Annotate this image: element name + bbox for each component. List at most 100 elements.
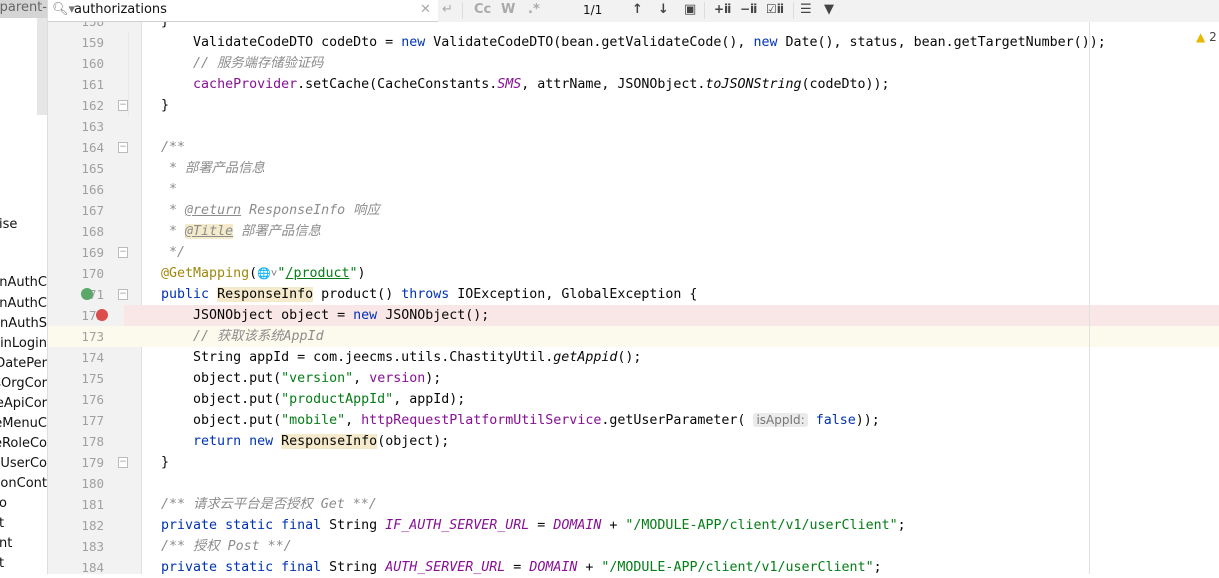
project-tree-item[interactable]: eRoleCo: [0, 435, 47, 453]
line-number[interactable]: 177: [48, 410, 104, 431]
code-line[interactable]: 161 cacheProvider.setCache(CacheConstant…: [0, 74, 1219, 95]
line-number[interactable]: 181: [48, 494, 104, 515]
fold-marker-icon[interactable]: −: [118, 289, 128, 300]
select-all-occurrences-icon[interactable]: ▣: [684, 2, 696, 17]
line-number[interactable]: 178: [48, 431, 104, 452]
code-line[interactable]: 179 − }: [0, 452, 1219, 473]
code-token: toJSONString: [705, 77, 802, 92]
line-number[interactable]: 179: [48, 452, 104, 473]
project-tree-item[interactable]: sonCont: [0, 475, 47, 493]
code-line[interactable]: 165 * 部署产品信息: [0, 158, 1219, 179]
search-icon[interactable]: 🔍︎▾: [52, 2, 75, 17]
filter-icon[interactable]: ▼: [824, 2, 834, 17]
project-tree-item[interactable]: minLogin: [0, 335, 47, 353]
line-number[interactable]: 166: [48, 179, 104, 200]
code-line[interactable]: 181 /** 请求云平台是否授权 Get **/: [0, 494, 1219, 515]
endpoint-run-icon[interactable]: [81, 288, 93, 300]
project-tree-item[interactable]: o: [0, 495, 47, 513]
remove-occurrence-icon[interactable]: −ⅱ: [740, 2, 757, 16]
code-line[interactable]: 174 String appId = com.jeecms.utils.Chas…: [0, 347, 1219, 368]
line-number[interactable]: 163: [48, 116, 104, 137]
line-number[interactable]: 165: [48, 158, 104, 179]
line-number[interactable]: 182: [48, 515, 104, 536]
code-line[interactable]: 159 ValidateCodeDTO codeDto = new Valida…: [0, 32, 1219, 53]
line-number[interactable]: 168: [48, 221, 104, 242]
project-tree-item[interactable]: eApiCor: [0, 395, 47, 413]
line-number[interactable]: 171: [48, 284, 104, 305]
project-tree-item[interactable]: sDatePer: [0, 355, 47, 373]
code-line[interactable]: 176 object.put("productAppId", appId);: [0, 389, 1219, 410]
fold-marker-icon[interactable]: −: [118, 457, 128, 468]
project-tree-item[interactable]: minAuthC: [0, 295, 47, 313]
line-number[interactable]: 169: [48, 242, 104, 263]
code-line[interactable]: 164 − /**: [0, 137, 1219, 158]
warnings-indicator[interactable]: ▲ 2: [1196, 30, 1217, 44]
filter-options-icon[interactable]: ☰: [800, 2, 812, 17]
words-toggle[interactable]: W: [501, 2, 515, 17]
fold-marker-icon[interactable]: −: [118, 100, 128, 111]
code-line[interactable]: 166 *: [0, 179, 1219, 200]
search-input[interactable]: authorizations: [74, 2, 167, 17]
code-line[interactable]: 167 * @return ResponseInfo 响应: [0, 200, 1219, 221]
project-scrollbar[interactable]: [37, 18, 47, 115]
project-tree-item[interactable]: t: [0, 515, 47, 533]
regex-toggle[interactable]: .*: [528, 2, 540, 17]
line-number[interactable]: 176: [48, 389, 104, 410]
code-line[interactable]: 168 * @Title 部署产品信息: [0, 221, 1219, 242]
line-number[interactable]: 160: [48, 53, 104, 74]
newline-icon[interactable]: ↵: [442, 2, 453, 17]
code-line[interactable]: 169 − */: [0, 242, 1219, 263]
select-all-checkbox-icon[interactable]: ☑ⅱ: [766, 2, 784, 16]
line-number[interactable]: 161: [48, 74, 104, 95]
add-occurrence-icon[interactable]: +ⅱ: [714, 2, 731, 16]
code-line[interactable]: 180: [0, 473, 1219, 494]
clear-icon[interactable]: ✕: [420, 2, 431, 17]
code-line[interactable]: 175 object.put("version", version);: [0, 368, 1219, 389]
line-number[interactable]: 170: [48, 263, 104, 284]
project-tree-item[interactable]: minAuthS: [0, 315, 47, 333]
code-line[interactable]: 184 private static final String AUTH_SER…: [0, 557, 1219, 578]
line-number[interactable]: 159: [48, 32, 104, 53]
line-number[interactable]: 167: [48, 200, 104, 221]
previous-occurrence-icon[interactable]: ↑: [632, 2, 643, 17]
project-tree-item[interactable]: eUserCo: [0, 455, 47, 473]
fold-marker-icon[interactable]: −: [118, 247, 128, 258]
line-number[interactable]: 180: [48, 473, 104, 494]
code-line[interactable]: 163: [0, 116, 1219, 137]
code-token: public: [129, 287, 218, 302]
project-tree-item[interactable]: sOrgCor: [0, 375, 47, 393]
code-line[interactable]: 177 object.put("mobile", httpRequestPlat…: [0, 410, 1219, 431]
code-line[interactable]: 160 // 服务端存储验证码: [0, 53, 1219, 74]
project-item-selected[interactable]: -parent: [0, 0, 47, 18]
fold-marker-icon[interactable]: −: [118, 142, 128, 153]
line-number[interactable]: 164: [48, 137, 104, 158]
line-number[interactable]: 183: [48, 536, 104, 557]
code-line[interactable]: 173 // 获取该系统AppId: [0, 326, 1219, 347]
breakpoint-icon[interactable]: [96, 309, 108, 321]
code-line[interactable]: 170 @GetMapping(🌐˅"/product"): [0, 263, 1219, 284]
code-token: ResponseInfo 响应: [241, 203, 380, 218]
code-text: * @return ResponseInfo 响应: [129, 200, 380, 221]
code-line[interactable]: 183 /** 授权 Post **/: [0, 536, 1219, 557]
code-line[interactable]: 171 − public ResponseInfo product() throw…: [0, 284, 1219, 305]
project-tree-item[interactable]: t: [0, 555, 47, 573]
code-line[interactable]: 182 private static final String IF_AUTH_…: [0, 515, 1219, 536]
code-editor[interactable]: 158 }159 ValidateCodeDTO codeDto = new V…: [0, 11, 1219, 578]
next-occurrence-icon[interactable]: ↓: [658, 2, 669, 17]
code-text: cacheProvider.setCache(CacheConstants.SM…: [129, 74, 890, 95]
code-text: object.put("version", version);: [129, 368, 441, 389]
line-number[interactable]: 174: [48, 347, 104, 368]
code-token: private static final: [129, 518, 330, 533]
project-tree-item[interactable]: minAuthC: [0, 274, 47, 292]
code-line[interactable]: 178 return new ResponseInfo(object);: [0, 431, 1219, 452]
project-tree-item[interactable]: eMenuC: [0, 415, 47, 433]
line-number[interactable]: 162: [48, 95, 104, 116]
match-case-toggle[interactable]: Cc: [474, 2, 491, 17]
code-line[interactable]: 162 − }: [0, 95, 1219, 116]
line-number[interactable]: 173: [48, 326, 104, 347]
project-tree-item[interactable]: nt: [0, 535, 47, 553]
code-line[interactable]: 172 JSONObject object = new JSONObject()…: [0, 305, 1219, 326]
line-number[interactable]: 184: [48, 557, 104, 578]
project-tree-item[interactable]: ise: [0, 216, 47, 234]
line-number[interactable]: 175: [48, 368, 104, 389]
